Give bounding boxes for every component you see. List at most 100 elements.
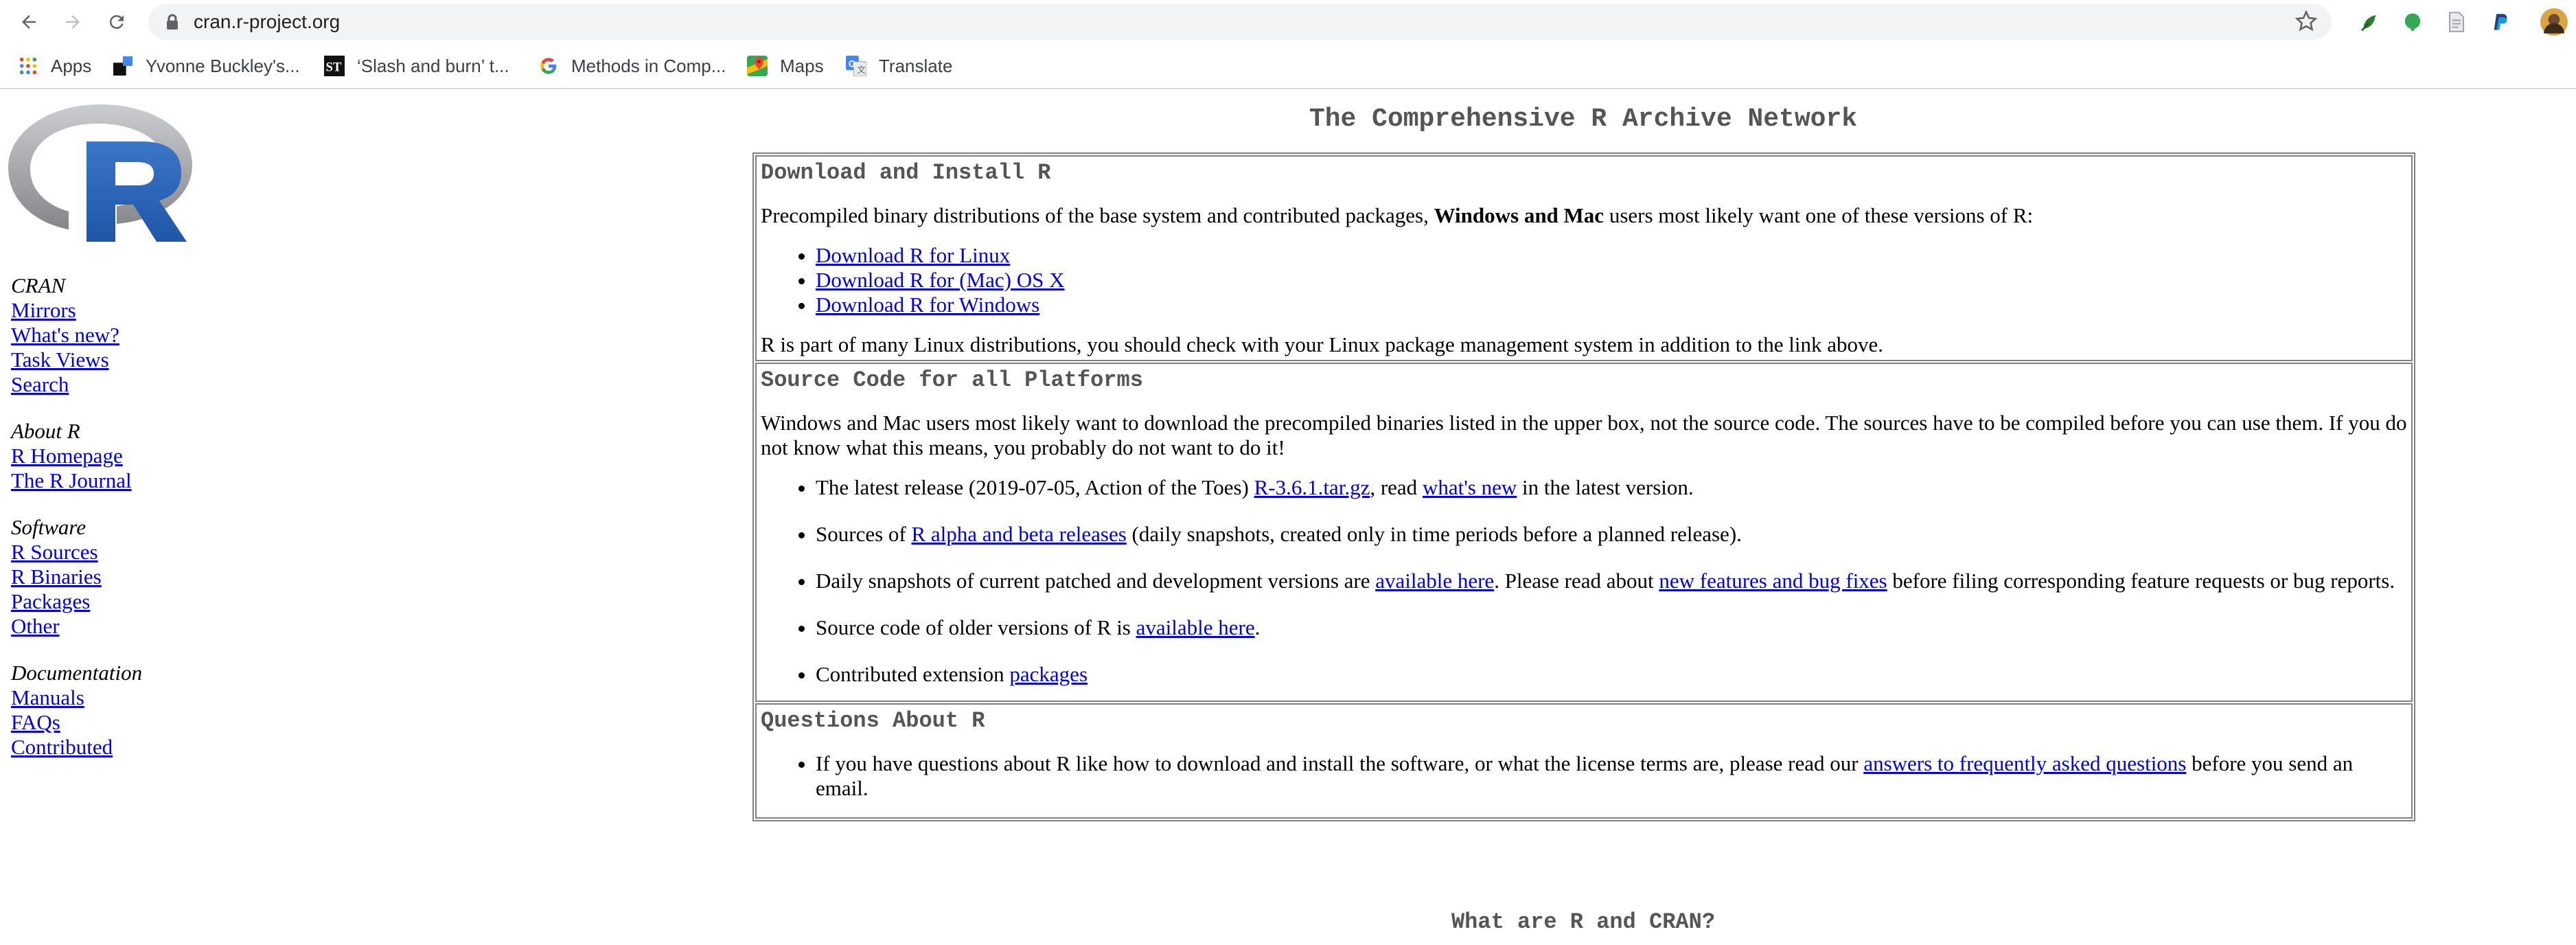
download-links-list: Download R for Linux Download R for (Mac… [761, 243, 2408, 317]
sidebar-link-faqs[interactable]: FAQs [11, 710, 142, 735]
download-mac-link[interactable]: Download R for (Mac) OS X [816, 268, 1064, 292]
svg-text:文: 文 [857, 65, 866, 75]
download-install-panel: Download and Install R Precompiled binar… [755, 155, 2413, 361]
download-windows-link[interactable]: Download R for Windows [816, 293, 1039, 317]
bookmark-label: ‘Slash and burn’ t... [357, 55, 509, 76]
older-versions-link[interactable]: available here [1136, 615, 1255, 639]
sidebar-link-search[interactable]: Search [11, 372, 142, 397]
sidebar-link-packages[interactable]: Packages [11, 589, 142, 614]
download-linux-link[interactable]: Download R for Linux [816, 243, 1010, 267]
extension-document-icon[interactable] [2443, 8, 2470, 36]
bookmark-translate[interactable]: G文 Translate [846, 44, 952, 88]
reload-button[interactable] [102, 7, 132, 37]
browser-toolbar: cran.r-project.org [0, 0, 2576, 44]
bookmarks-bar: Apps Yvonne Buckley's... ST ‘Slash and b… [0, 44, 2576, 89]
sidebar-link-whats-new[interactable]: What's new? [11, 323, 142, 348]
sidebar-group-about-r: About R R Homepage The R Journal [11, 419, 142, 493]
intro-text: Precompiled binary distributions of the … [761, 203, 1434, 227]
lock-icon [167, 14, 178, 30]
bookmark-label: Apps [51, 55, 92, 76]
sidebar-link-r-binaries[interactable]: R Binaries [11, 565, 142, 589]
item-text: Sources of [816, 522, 912, 546]
panel-heading: Download and Install R [761, 160, 1051, 185]
list-item: Contributed extension packages [816, 662, 2408, 687]
bookmark-label: Maps [780, 55, 824, 76]
list-item: Source code of older versions of R is av… [816, 615, 2408, 640]
bookmark-slash-and-burn[interactable]: ST ‘Slash and burn’ t... [324, 44, 509, 88]
list-item: Download R for (Mac) OS X [816, 268, 2408, 293]
whats-new-link[interactable]: what's new [1423, 475, 1517, 499]
bookmark-methods-in-comp[interactable]: Methods in Comp... [538, 44, 726, 88]
bookmark-star-icon[interactable] [2295, 10, 2318, 33]
sidebar-heading: Documentation [11, 661, 143, 685]
sidebar-heading: CRAN [11, 273, 66, 297]
url-text: cran.r-project.org [194, 11, 341, 32]
download-intro: Precompiled binary distributions of the … [761, 203, 2408, 228]
sidebar-heading: Software [11, 515, 87, 539]
list-item: If you have questions about R like how t… [816, 751, 2408, 801]
profile-avatar[interactable] [2540, 8, 2568, 36]
item-text: If you have questions about R like how t… [816, 751, 1864, 775]
sidebar-link-manuals[interactable]: Manuals [11, 685, 142, 710]
google-icon [538, 56, 559, 76]
maps-icon [747, 56, 768, 76]
extension-green-circle-icon[interactable] [2399, 8, 2426, 36]
svg-text:G: G [849, 58, 856, 69]
reload-icon [109, 15, 124, 30]
questions-panel: Questions About R If you have questions … [755, 703, 2413, 819]
item-text: . [1254, 615, 1261, 639]
list-item: Sources of R alpha and beta releases (da… [816, 522, 2408, 547]
sidebar-link-task-views[interactable]: Task Views [11, 348, 142, 372]
source-list: The latest release (2019-07-05, Action o… [761, 475, 2408, 687]
sidebar-link-contributed[interactable]: Contributed [11, 735, 142, 760]
alpha-beta-link[interactable]: R alpha and beta releases [911, 522, 1126, 546]
questions-list: If you have questions about R like how t… [761, 751, 2408, 801]
sidebar-link-r-homepage[interactable]: R Homepage [11, 444, 142, 468]
back-arrow-icon [22, 15, 36, 29]
r-logo [7, 102, 194, 249]
address-bar[interactable]: cran.r-project.org [148, 4, 2332, 40]
sidebar-link-mirrors[interactable]: Mirrors [11, 298, 142, 323]
bookmark-label: Yvonne Buckley's... [146, 55, 300, 76]
r-tarball-link[interactable]: R-3.6.1.tar.gz [1254, 475, 1370, 499]
page-title: The Comprehensive R Archive Network [1309, 104, 1858, 134]
list-item: Download R for Linux [816, 243, 2408, 268]
bookmark-label: Methods in Comp... [571, 55, 726, 76]
bookmark-yvonne-buckley[interactable]: Yvonne Buckley's... [113, 44, 300, 88]
item-text: Source code of older versions of R is [816, 615, 1136, 639]
st-favicon-icon: ST [324, 56, 345, 76]
list-item: Daily snapshots of current patched and d… [816, 569, 2408, 593]
sidebar-nav: CRAN Mirrors What's new? Task Views Sear… [11, 273, 142, 782]
linux-note: R is part of many Linux distributions, y… [761, 332, 1883, 356]
back-button[interactable] [14, 7, 44, 37]
sidebar-group-documentation: Documentation Manuals FAQs Contributed [11, 661, 142, 760]
panel-heading: Questions About R [761, 708, 985, 733]
item-text: Contributed extension [816, 662, 1010, 686]
source-intro: Windows and Mac users most likely want t… [761, 411, 2407, 459]
bookmark-label: Translate [879, 55, 953, 76]
faq-link[interactable]: answers to frequently asked questions [1863, 751, 2186, 775]
bookmark-apps[interactable]: Apps [18, 44, 91, 88]
snapshots-available-link[interactable]: available here [1375, 569, 1494, 593]
sidebar-link-r-journal[interactable]: The R Journal [11, 468, 142, 493]
site-favicon-icon [113, 56, 133, 76]
sidebar-heading: About R [11, 419, 80, 443]
item-text: The latest release (2019-07-05, Action o… [816, 475, 1254, 499]
packages-link[interactable]: packages [1009, 662, 1088, 686]
sidebar-group-software: Software R Sources R Binaries Packages O… [11, 515, 142, 639]
panel-heading: Source Code for all Platforms [761, 367, 1143, 393]
extension-paypal-icon[interactable] [2487, 8, 2514, 36]
item-text: Daily snapshots of current patched and d… [816, 569, 1376, 593]
item-text: (daily snapshots, created only in time p… [1126, 522, 1742, 546]
extension-leaf-icon[interactable] [2355, 8, 2382, 36]
sidebar-link-other[interactable]: Other [11, 614, 142, 639]
source-code-panel: Source Code for all Platforms Windows an… [755, 363, 2413, 702]
forward-arrow-icon [66, 15, 80, 29]
bookmark-maps[interactable]: Maps [747, 44, 824, 88]
section-title: What are R and CRAN? [1451, 909, 1716, 935]
forward-button[interactable] [58, 7, 88, 37]
intro-bold-text: Windows and Mac [1434, 203, 1605, 227]
translate-icon: G文 [846, 56, 866, 76]
new-features-link[interactable]: new features and bug fixes [1659, 569, 1887, 593]
sidebar-link-r-sources[interactable]: R Sources [11, 540, 142, 565]
